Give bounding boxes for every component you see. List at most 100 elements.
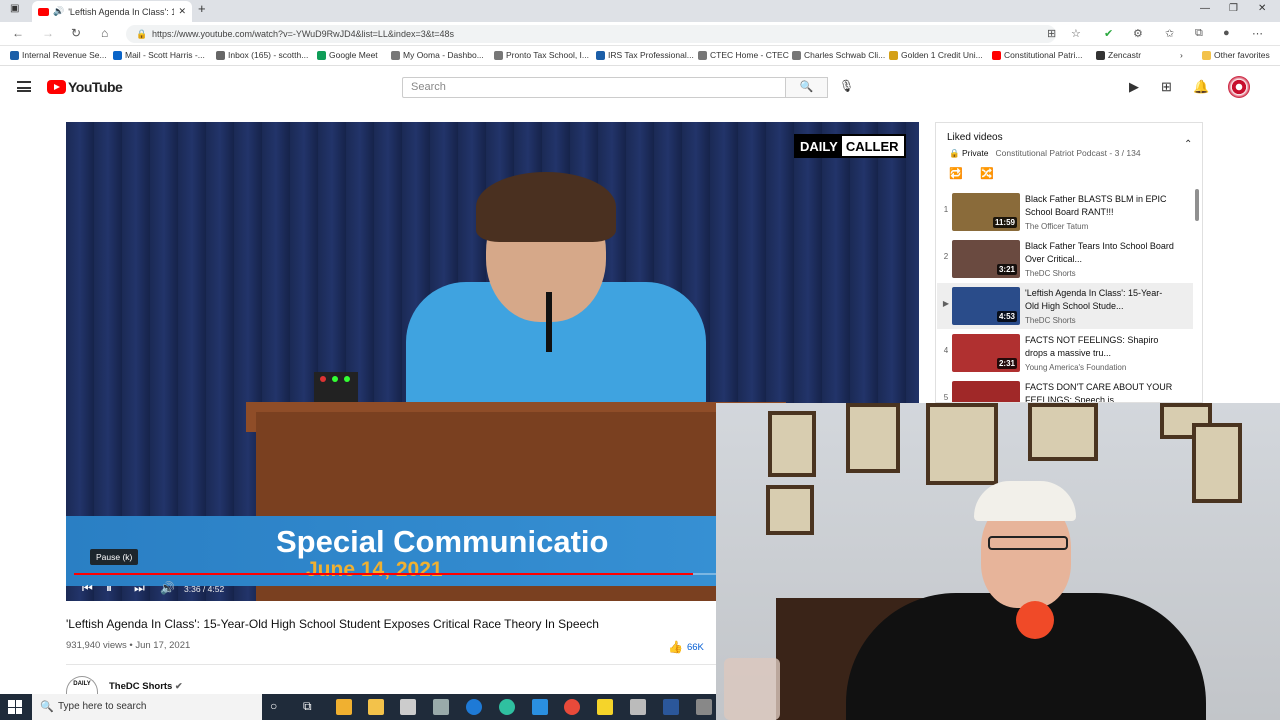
refresh-icon[interactable]: ↻ xyxy=(71,26,81,40)
previous-icon[interactable]: ⏮ xyxy=(82,581,93,596)
collections-icon[interactable]: ⧉ xyxy=(1195,27,1203,40)
app-icon[interactable] xyxy=(696,699,712,715)
notifications-bell-icon[interactable]: 🔔 xyxy=(1193,79,1209,95)
close-window-icon[interactable]: ✕ xyxy=(1258,3,1266,14)
extension-check-icon[interactable]: ✔ xyxy=(1104,27,1113,40)
search-button[interactable]: 🔍 xyxy=(786,77,828,98)
bookmark-favicon-icon xyxy=(391,50,400,60)
playlist-item-current[interactable]: ▶ 4:53 'Leftish Agenda In Class': 15-Yea… xyxy=(937,283,1193,329)
chrome-icon[interactable] xyxy=(564,699,580,715)
bookmark-item[interactable]: Zencastr xyxy=(1096,50,1141,60)
more-menu-icon[interactable]: ⋯ xyxy=(1252,27,1263,40)
calendar-icon[interactable] xyxy=(532,699,548,715)
search-icon: 🔍 xyxy=(799,81,814,93)
windows-start-icon[interactable] xyxy=(8,700,22,714)
voice-search-mic-icon[interactable]: 🎙 xyxy=(839,79,854,93)
task-view-icon[interactable]: ⧉ xyxy=(303,699,319,715)
playlist-item[interactable]: 1 11:59 Black Father BLASTS BLM in EPIC … xyxy=(937,189,1193,235)
volume-icon[interactable]: 🔊 xyxy=(160,581,175,595)
bookmarks-bar: Internal Revenue Se... Mail - Scott Harr… xyxy=(0,46,1280,66)
bookmark-item[interactable]: Pronto Tax School, I... xyxy=(494,50,589,60)
playlist-item[interactable]: 4 2:31 FACTS NOT FEELINGS: Shapiro drops… xyxy=(937,330,1193,376)
bookmark-item[interactable]: My Ooma - Dashbo... xyxy=(391,50,484,60)
app-available-icon[interactable]: ⊞ xyxy=(1047,27,1056,40)
playlist-thumbnail[interactable]: 4:53 xyxy=(952,287,1020,325)
forward-icon[interactable]: → xyxy=(42,26,54,40)
playlist-thumbnail[interactable] xyxy=(952,381,1020,402)
loop-playlist-icon[interactable]: 🔁 xyxy=(949,167,963,180)
video-speaker-hair xyxy=(476,172,616,242)
youtube-logo[interactable]: YouTube xyxy=(47,79,123,95)
bookmark-item[interactable]: Inbox (165) - scotth... xyxy=(216,50,308,60)
like-button[interactable]: 👍 66K xyxy=(668,640,704,654)
cortana-icon[interactable]: ○ xyxy=(270,699,286,715)
chevron-right-icon[interactable]: › xyxy=(1180,50,1183,60)
bookmark-item[interactable]: Google Meet xyxy=(317,50,378,60)
bookmark-item[interactable]: IRS Tax Professional... xyxy=(596,50,694,60)
profile-icon[interactable]: ● xyxy=(1223,27,1230,39)
internet-explorer-icon[interactable] xyxy=(466,699,482,715)
downloads-icon[interactable] xyxy=(336,699,352,715)
chevron-up-icon[interactable]: ⌃ xyxy=(1184,139,1192,150)
webcam-person-cap xyxy=(974,481,1076,521)
favorites-icon[interactable]: ✩ xyxy=(1165,27,1174,40)
account-avatar[interactable] xyxy=(1228,76,1250,98)
lock-icon[interactable]: 🔒 xyxy=(136,25,147,43)
printer-icon[interactable] xyxy=(630,699,646,715)
shuffle-icon[interactable]: 🔀 xyxy=(980,167,994,180)
video-views-date: 931,940 views • Jun 17, 2021 xyxy=(66,640,191,651)
playlist-item[interactable]: 5 FACTS DON'T CARE ABOUT YOUR FEELINGS: … xyxy=(937,377,1193,402)
bookmark-item[interactable]: Mail - Scott Harris -... xyxy=(113,50,205,60)
taskbar-search-input[interactable]: 🔍 Type here to search xyxy=(32,694,262,720)
bookmark-item[interactable]: Constitutional Patri... xyxy=(992,50,1082,60)
webcam-microphone xyxy=(1016,601,1054,639)
bookmark-item[interactable]: CTEC Home - CTEC xyxy=(698,50,789,60)
browser-tab-active[interactable]: 🔊 'Leftish Agenda In Class': 15 ✕ xyxy=(32,1,192,22)
playlist-thumbnail[interactable]: 3:21 xyxy=(952,240,1020,278)
store-icon[interactable] xyxy=(400,699,416,715)
create-video-icon[interactable]: ▶ xyxy=(1129,79,1139,95)
playlist-item[interactable]: 2 3:21 Black Father Tears Into School Bo… xyxy=(937,236,1193,282)
bookmark-item[interactable]: Charles Schwab Cli... xyxy=(792,50,885,60)
tab-actions-icon[interactable]: ▣ xyxy=(10,3,19,14)
other-favorites[interactable]: Other favorites xyxy=(1202,50,1270,60)
search-input[interactable]: Search xyxy=(402,77,786,98)
playlist-scrollbar[interactable] xyxy=(1195,189,1199,221)
sticky-notes-icon[interactable] xyxy=(597,699,613,715)
bookmark-favicon-icon xyxy=(494,50,503,60)
playlist-title[interactable]: Liked videos xyxy=(947,132,1003,143)
minimize-icon[interactable]: — xyxy=(1200,3,1210,14)
back-icon[interactable]: ← xyxy=(12,26,24,40)
windows-taskbar: 🔍 Type here to search ○ ⧉ xyxy=(0,694,716,720)
bookmark-favicon-icon xyxy=(889,50,898,60)
next-icon[interactable]: ⏭ xyxy=(134,581,145,596)
pause-tooltip: Pause (k) xyxy=(90,549,139,565)
speaker-icon[interactable]: 🔊 xyxy=(53,6,64,17)
verified-badge-icon: ✔ xyxy=(174,681,183,691)
channel-name[interactable]: TheDC Shorts ✔ xyxy=(109,681,183,692)
calculator-icon[interactable] xyxy=(433,699,449,715)
playlist-thumbnail[interactable]: 2:31 xyxy=(952,334,1020,372)
bookmark-item[interactable]: Internal Revenue Se... xyxy=(10,50,107,60)
apps-grid-icon[interactable]: ⊞ xyxy=(1161,79,1172,95)
bookmark-item[interactable]: Golden 1 Credit Uni... xyxy=(889,50,983,60)
favorite-star-icon[interactable]: ☆ xyxy=(1071,27,1081,40)
youtube-header: YouTube Search 🔍 🎙 ▶ ⊞ 🔔 xyxy=(0,67,1280,107)
wall-frame xyxy=(926,403,998,485)
maximize-icon[interactable]: ❐ xyxy=(1229,3,1238,14)
extensions-icon[interactable]: ⚙ xyxy=(1133,27,1143,40)
pause-icon[interactable]: ⏸ xyxy=(106,581,112,596)
file-explorer-icon[interactable] xyxy=(368,699,384,715)
folder-icon xyxy=(1202,50,1211,60)
close-tab-icon[interactable]: ✕ xyxy=(178,6,186,17)
home-icon[interactable]: ⌂ xyxy=(101,26,108,40)
playlist-thumbnail[interactable]: 11:59 xyxy=(952,193,1020,231)
url-field[interactable]: 🔒 https://www.youtube.com/watch?v=-YWuD9… xyxy=(126,25,1056,43)
word-icon[interactable] xyxy=(663,699,679,715)
channel-avatar[interactable]: DAILY xyxy=(66,676,98,696)
wall-frame xyxy=(1028,403,1098,461)
edge-icon[interactable] xyxy=(499,699,515,715)
wall-frame xyxy=(768,411,816,477)
new-tab-button[interactable]: + xyxy=(198,1,206,16)
hamburger-menu-icon[interactable] xyxy=(17,81,31,92)
